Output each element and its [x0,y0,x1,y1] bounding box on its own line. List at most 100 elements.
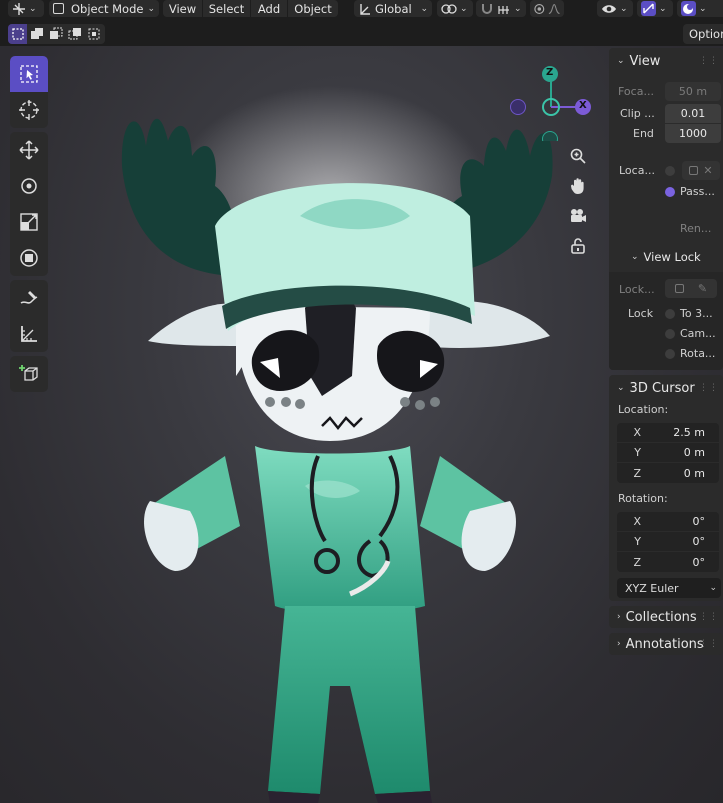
menu-object[interactable]: Object [288,0,338,17]
move-icon [19,140,39,160]
menu-add[interactable]: Add [251,0,287,17]
clip-end-field[interactable]: 1000 [665,124,721,143]
cursor-tool[interactable] [10,92,48,128]
view-panel-header[interactable]: ⌄ View ⋮⋮ [609,48,723,74]
eye-icon [602,4,616,13]
transform-icon [20,249,38,267]
view-panel-title: View [629,53,661,69]
focal-length-field[interactable]: 50 m [665,82,721,101]
add-cube-icon [19,365,38,381]
gizmo-toggle[interactable]: ⌄ [637,0,673,17]
lock-camera-button[interactable] [566,231,590,261]
location-y-field[interactable]: Y0 m [617,443,719,463]
chevron-down-icon: ⌄ [659,3,667,14]
scale-tool[interactable] [10,204,48,240]
rotation-x-field[interactable]: X 0° [617,512,719,532]
move-tool[interactable] [10,132,48,168]
rotation-fields: X 0° Y 0° Z 0° [617,512,719,572]
select-new-button[interactable] [8,24,27,44]
location-z-field[interactable]: Z0 m [617,463,719,483]
lock-to-3d-cursor-checkbox[interactable] [665,309,675,319]
visibility-dropdown[interactable]: ⌄ [597,0,633,17]
clip-end-label: End [633,127,654,140]
lock-to-3d-cursor-label: To 3... [680,307,713,320]
proportional-icon [534,3,545,14]
annotations-panel[interactable]: › Annotations ⋮⋮ [609,633,723,655]
measure-tool[interactable] [10,316,48,352]
collections-panel-header[interactable]: › Collections ⋮⋮ [609,606,723,628]
view-lock-subheader[interactable]: ⌄ View Lock [623,246,701,268]
transform-tool[interactable] [10,240,48,276]
lock-rotation-checkbox[interactable] [665,349,675,359]
select-extend-button[interactable] [27,24,46,44]
3d-cursor-panel-header[interactable]: ⌄ 3D Cursor ⋮⋮ [609,375,723,401]
rotation-label: Rotation: [618,492,668,505]
mode-dropdown[interactable]: Object Mode ⌄ [49,0,159,17]
pivot-point-dropdown[interactable]: ⌄ [437,0,473,17]
annotate-tool[interactable] [10,280,48,316]
hand-icon [570,178,584,194]
viewport-header: ⌄ Object Mode ⌄ View Select Add Object G… [0,0,723,20]
location-x-field[interactable]: X 2.5 m [617,423,719,443]
annotate-tool-group [10,280,48,352]
view-lock-body: Lock... ✎ Lock To 3... Cam... Rota... [609,272,723,370]
rotate-tool[interactable] [10,168,48,204]
chevron-down-icon: ⌄ [514,3,522,14]
annotations-panel-header[interactable]: › Annotations ⋮⋮ [609,633,723,655]
editor-type-dropdown[interactable]: ⌄ [8,0,44,17]
lock-camera-to-view-checkbox[interactable] [665,329,675,339]
add-cube-tool[interactable] [10,356,48,392]
rotation-z-field[interactable]: Z 0° [617,552,719,572]
lock-rotation-label: Rota... [680,347,716,360]
collections-title: Collections [625,609,697,625]
view-lock-title: View Lock [643,250,701,264]
pan-button[interactable] [566,171,590,201]
transform-orientation-dropdown[interactable]: Global ⌄ [354,0,432,17]
lock-object-field[interactable]: ✎ [665,279,717,298]
clear-icon: ✕ [703,164,713,177]
editor-type-icon [13,2,25,15]
drag-grip-icon[interactable]: ⋮⋮ [699,612,719,622]
rotation-mode-dropdown[interactable]: XYZ Euler ⌄ [617,578,721,598]
overlays-toggle[interactable]: ⌄ [677,0,723,17]
gizmo-icon [641,1,656,16]
select-subtract-icon [49,27,62,39]
render-pass-label: Pass... [680,185,715,198]
chevron-down-icon: ⌄ [709,583,717,593]
magnet-icon [482,3,492,14]
snap-toggle[interactable]: ⌄ [476,0,526,17]
menu-select[interactable]: Select [203,0,250,17]
select-subtract-button[interactable] [46,24,65,44]
rotation-y-field[interactable]: Y 0° [617,532,719,552]
select-intersect-button[interactable] [84,24,103,44]
menu-view[interactable]: View [163,0,202,17]
rotate-icon [21,178,37,194]
annotate-icon [20,291,38,304]
local-camera-field[interactable]: ✕ [682,161,720,180]
zoom-button[interactable] [566,141,590,171]
gizmo-neg-x[interactable] [510,99,526,115]
collections-panel[interactable]: › Collections ⋮⋮ [609,606,723,628]
options-button[interactable]: Option [683,24,723,44]
select-invert-button[interactable] [65,24,84,44]
chevron-right-icon: › [617,639,621,649]
camera-view-button[interactable] [566,201,590,231]
drag-grip-icon[interactable]: ⋮⋮ [699,639,719,649]
navigation-gizmo[interactable]: Z X [505,56,595,147]
clip-start-label: Clip ... [620,107,655,120]
local-camera-checkbox[interactable] [665,166,675,176]
drag-grip-icon[interactable]: ⋮⋮ [699,56,719,66]
select-box-tool[interactable] [10,56,48,92]
mode-label: Object Mode [71,1,144,16]
gizmo-neg-z[interactable] [542,131,558,147]
proportional-editing-toggle[interactable] [530,0,564,17]
drag-grip-icon[interactable]: ⋮⋮ [699,383,719,393]
select-box-icon [20,65,38,83]
annotations-title: Annotations [625,636,704,652]
scale-icon [20,213,38,231]
ruler-icon [21,326,37,342]
falloff-icon [548,3,560,14]
location-label: Location: [618,403,669,416]
clip-start-field[interactable]: 0.01 [665,104,721,123]
render-pass-checkbox[interactable] [665,187,675,197]
